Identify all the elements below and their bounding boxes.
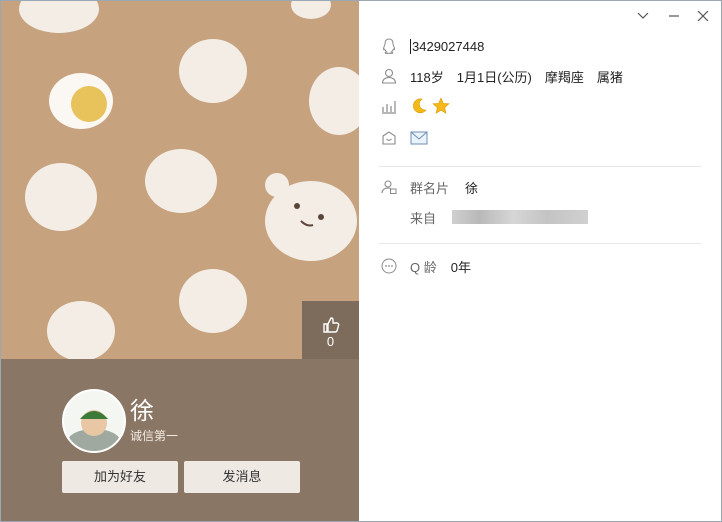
qq-number-row: 3429027448: [381, 36, 484, 56]
avatar-image: [64, 391, 124, 451]
zodiac: 摩羯座: [544, 69, 584, 85]
q-age-label: Q 龄: [410, 259, 437, 275]
send-message-button[interactable]: 发消息: [184, 461, 300, 493]
signature: 诚信第一: [130, 429, 179, 443]
group-card-value: 徐: [465, 180, 479, 196]
q-age-row: Q 龄 0年: [381, 256, 471, 276]
chinese-zodiac: 属猪: [596, 69, 623, 85]
from-label: 来自: [410, 210, 437, 226]
mail-icon[interactable]: [410, 131, 428, 145]
avatar[interactable]: [62, 389, 126, 453]
close-icon[interactable]: [697, 11, 709, 21]
more-icon: [381, 258, 397, 274]
add-friend-button[interactable]: 加为好友: [62, 461, 178, 493]
minimize-icon[interactable]: [668, 11, 680, 21]
profile-panel: [1, 359, 359, 521]
blurred-source: [452, 210, 589, 224]
birthday: 1月1日(公历): [456, 69, 532, 85]
person-icon: [381, 68, 397, 84]
profile-window: 0 徐 诚信第一 加为好友 发消息 3429027448 118岁 1月1日(公…: [0, 0, 722, 522]
text-cursor: [410, 38, 411, 54]
house-icon: [382, 131, 396, 145]
group-card-row: 群名片 徐: [381, 177, 478, 197]
level-chart-icon: [382, 101, 396, 114]
info-panel: 3429027448 118岁 1月1日(公历) 摩羯座 属猪 群名片 徐 来自…: [359, 1, 721, 521]
from-row: 来自: [410, 207, 589, 227]
thumbs-up-icon: [323, 317, 340, 333]
age: 118岁: [410, 69, 444, 85]
qq-number[interactable]: 3429027448: [412, 39, 484, 54]
group-card-label: 群名片: [410, 180, 450, 196]
cover-area: 0 徐 诚信第一 加为好友 发消息: [1, 1, 359, 521]
level-row: [381, 96, 450, 116]
divider: [379, 166, 701, 167]
nickname: 徐: [130, 398, 154, 425]
group-card-icon: [381, 180, 397, 194]
personal-info-row: 118岁 1月1日(公历) 摩羯座 属猪: [381, 66, 623, 86]
chevron-down-icon[interactable]: [637, 11, 649, 21]
star-icon[interactable]: [432, 97, 450, 115]
like-button[interactable]: 0: [302, 301, 359, 359]
moon-icon[interactable]: [410, 97, 428, 115]
divider: [379, 243, 701, 244]
like-count: 0: [326, 334, 335, 349]
qq-penguin-icon: [382, 38, 396, 54]
q-age-value: 0年: [450, 259, 471, 275]
space-row: [381, 128, 428, 148]
